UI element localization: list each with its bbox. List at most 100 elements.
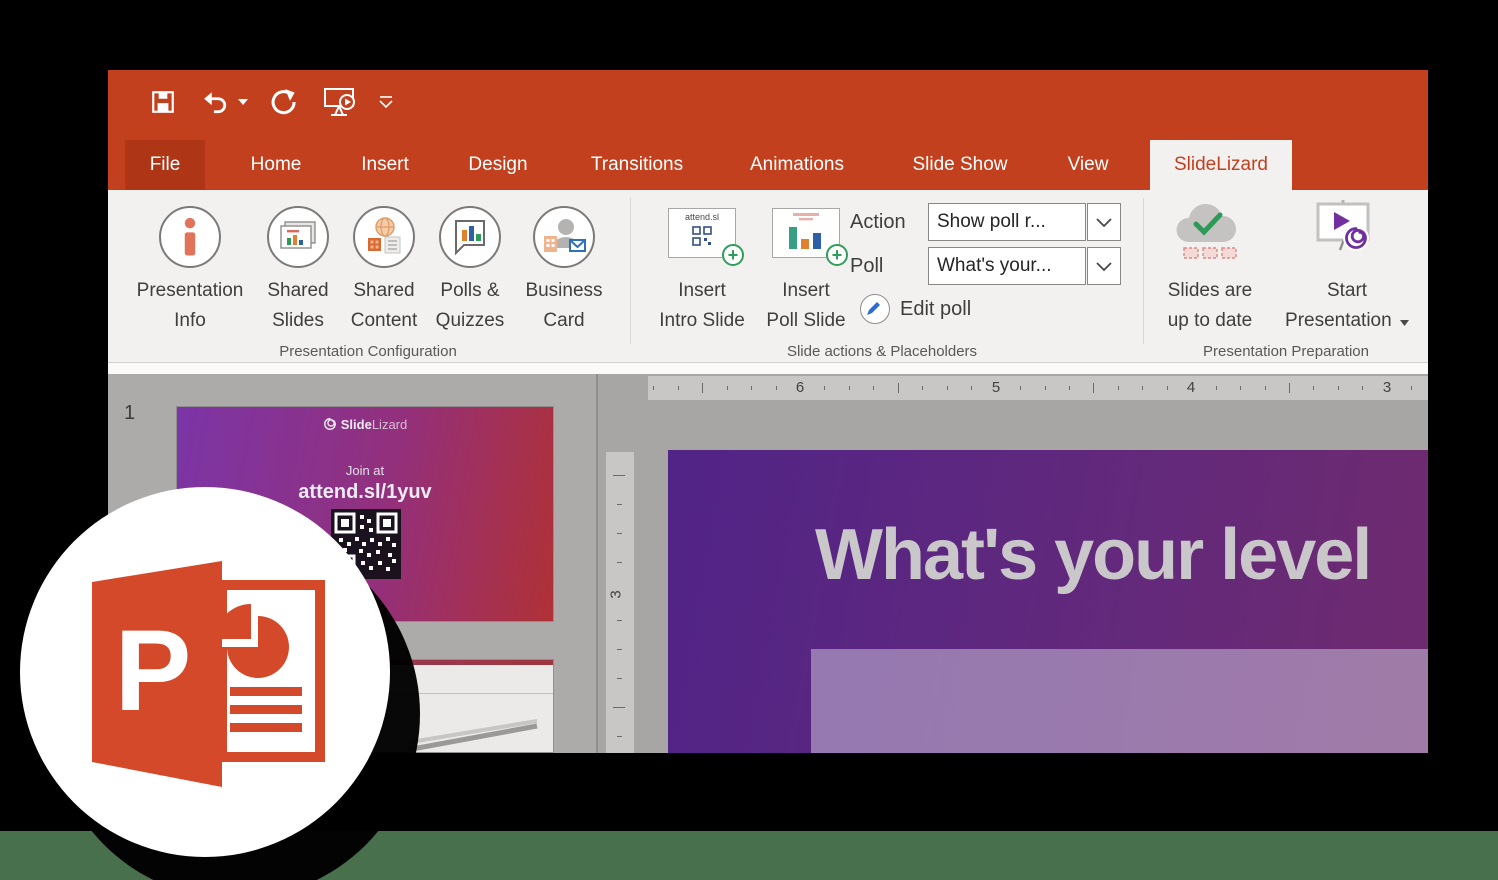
undo-button[interactable] [198,86,232,118]
answer-placeholder[interactable] [811,649,1428,753]
ruler-tick [726,386,728,390]
undo-dropdown-button[interactable] [236,86,250,118]
ruler-tick [775,386,777,390]
ruler-tick [824,386,826,390]
ruler-tick [617,736,622,737]
action-dropdown-button[interactable] [1087,203,1121,241]
ruler-tick [617,620,622,621]
ruler-tick [1166,386,1168,390]
ruler-tick [1117,386,1119,390]
group-label-presentation-configuration: Presentation Configuration [279,343,457,360]
ruler-tick [873,386,875,390]
ruler-tick [1313,386,1315,390]
ruler-tick [1240,386,1242,390]
insert-poll-slide-label: Insert Poll Slide [766,280,846,331]
tab-file[interactable]: File [125,140,205,190]
presentation-info-button[interactable] [159,206,221,268]
action-dropdown-value[interactable]: Show poll r... [928,203,1086,241]
poll-field-label: Poll [850,255,884,277]
shared-content-button[interactable] [353,206,415,268]
edit-poll-label[interactable]: Edit poll [900,294,971,324]
tab-slide-show[interactable]: Slide Show [905,140,1015,190]
redo-icon [271,89,296,115]
ruler-tick [1264,386,1266,390]
insert-poll-slide-button[interactable]: + [772,208,848,266]
shared-slides-icon [280,221,316,249]
tab-design[interactable]: Design [453,140,543,190]
poll-dropdown-value[interactable]: What's your... [928,247,1086,285]
tab-animations[interactable]: Animations [742,140,852,190]
business-card-icon [544,219,586,252]
ruler-tick [677,386,679,390]
ruler-tick [848,386,850,390]
ruler-tick [613,707,625,708]
info-icon [184,217,196,256]
ruler-tick [613,475,625,476]
tab-home[interactable]: Home [236,140,316,190]
shared-slides-button[interactable] [267,206,329,268]
ruler-tick [946,386,948,390]
insert-intro-slide-button[interactable]: attend.sl + [668,208,744,266]
ruler-tick [971,386,973,390]
horizontal-ruler: 6 5 4 3 [648,376,1428,400]
save-icon [152,91,174,113]
customize-qat-button[interactable] [372,86,400,118]
tab-slidelizard-active[interactable]: SlideLizard [1150,140,1292,190]
intro-slide-icon-text: attend.sl [684,212,720,222]
cloud-check-icon [1176,203,1237,259]
shared-content-icon [368,217,401,254]
polls-quizzes-icon [455,220,485,256]
group-label-slide-actions: Slide actions & Placeholders [786,343,978,360]
redo-button[interactable] [266,86,300,118]
plus-icon: + [722,244,744,266]
ruler-tick [1093,383,1095,393]
ruler-tick [922,386,924,390]
chevron-down-icon [379,95,393,108]
tab-transitions[interactable]: Transitions [582,140,692,190]
undo-icon [204,92,227,114]
ruler-tick [617,678,622,679]
ruler-tick [1215,386,1217,390]
action-field-label: Action [850,211,906,233]
tab-view[interactable]: View [1048,140,1128,190]
ruler-tick [1020,386,1022,390]
tab-insert[interactable]: Insert [345,140,425,190]
start-presentation-button[interactable] [1310,198,1376,260]
fork-image [406,719,538,752]
slide-number: 1 [124,402,136,424]
slidelizard-spiral-icon [323,418,336,430]
group-separator [630,198,631,344]
slideshow-icon [324,88,355,116]
ruler-tick [1142,386,1144,390]
ruler-tick [617,649,622,650]
ribbon-bottom-strip [108,362,1428,374]
qr-mini-icon [692,226,712,246]
dropdown-caret-icon [238,99,248,105]
edit-poll-button[interactable] [860,294,890,324]
poll-dropdown-button[interactable] [1087,247,1121,285]
slidelizard-brand: SlideLizard [177,417,553,432]
powerpoint-logo-badge: P [20,487,390,857]
join-at-text: Join at [345,463,385,478]
chevron-down-icon [1096,217,1112,227]
business-card-button[interactable] [533,206,595,268]
slides-up-to-date-label: Slides are up to date [1167,280,1253,331]
save-button[interactable] [148,86,178,118]
ruler-tick [1068,386,1070,390]
polls-quizzes-button[interactable] [439,206,501,268]
slides-up-to-date-button[interactable] [1166,200,1254,266]
pencil-icon [867,302,880,315]
group-separator [1143,198,1144,344]
dropdown-caret-icon [1399,320,1409,326]
business-card-label: Business Card [525,280,603,331]
svg-text:P: P [115,607,192,735]
presentation-info-label: Presentation Info [136,280,244,331]
slide-canvas[interactable]: What's your level [668,450,1428,753]
ruler-tick [617,504,622,505]
slide-title-text[interactable]: What's your level [815,514,1372,596]
ruler-tick [1362,386,1364,390]
powerpoint-logo-icon: P [92,561,325,787]
start-from-beginning-button[interactable] [318,86,360,118]
ruler-tick [1289,383,1290,393]
title-bar: File Home Insert Design Transitions Anim… [108,70,1428,190]
